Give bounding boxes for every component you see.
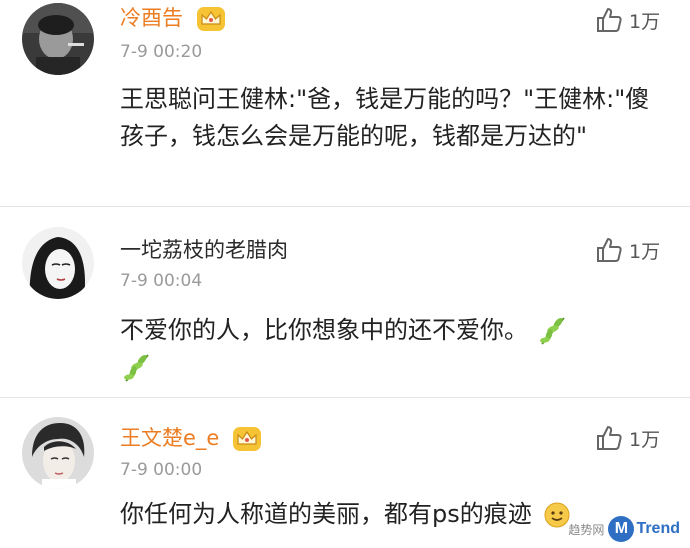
username[interactable]: 冷酉告 [120, 5, 226, 32]
comment-text: 不爱你的人，比你想象中的还不爱你。 [120, 312, 665, 386]
crown-icon [232, 426, 262, 452]
leaf-icon [536, 314, 570, 348]
like-count: 1万 [629, 240, 661, 263]
like-button[interactable]: 1万 [595, 5, 660, 35]
like-count: 1万 [629, 428, 661, 451]
timestamp: 7-9 00:04 [120, 271, 203, 291]
timestamp: 7-9 00:00 [120, 460, 203, 480]
like-button[interactable]: 1万 [595, 235, 660, 265]
avatar[interactable] [22, 3, 94, 75]
username[interactable]: 王文楚e_e [120, 425, 262, 452]
watermark-prefix: 趋势网 [568, 522, 605, 537]
username[interactable]: 一坨荔枝的老腊肉 [120, 237, 288, 263]
avatar[interactable] [22, 227, 94, 299]
watermark-badge: M [608, 516, 635, 542]
thumbs-up-icon [597, 8, 622, 32]
avatar[interactable] [22, 417, 94, 489]
leaf-icon [120, 351, 154, 385]
like-count: 1万 [629, 10, 661, 33]
thumbs-up-icon [597, 426, 622, 450]
thumbs-up-icon [597, 238, 622, 262]
timestamp: 7-9 00:20 [120, 42, 203, 62]
watermark: 趋势网 M Trend [568, 514, 680, 544]
comment-item: 一坨荔枝的老腊肉 7-9 00:04 1万 不爱你的人，比你想象中的还不爱你。 [0, 207, 690, 397]
smile-emoji-icon [543, 501, 571, 529]
like-button[interactable]: 1万 [595, 423, 660, 453]
comment-item: 冷酉告 7-9 00:20 1万 王思聪问王健林:"爸，钱是万能的吗？"王健林:… [0, 0, 690, 207]
crown-icon [196, 6, 226, 32]
watermark-suffix: Trend [636, 520, 680, 537]
comment-text: 王思聪问王健林:"爸，钱是万能的吗？"王健林:"傻孩子，钱怎么会是万能的呢，钱都… [120, 85, 650, 150]
